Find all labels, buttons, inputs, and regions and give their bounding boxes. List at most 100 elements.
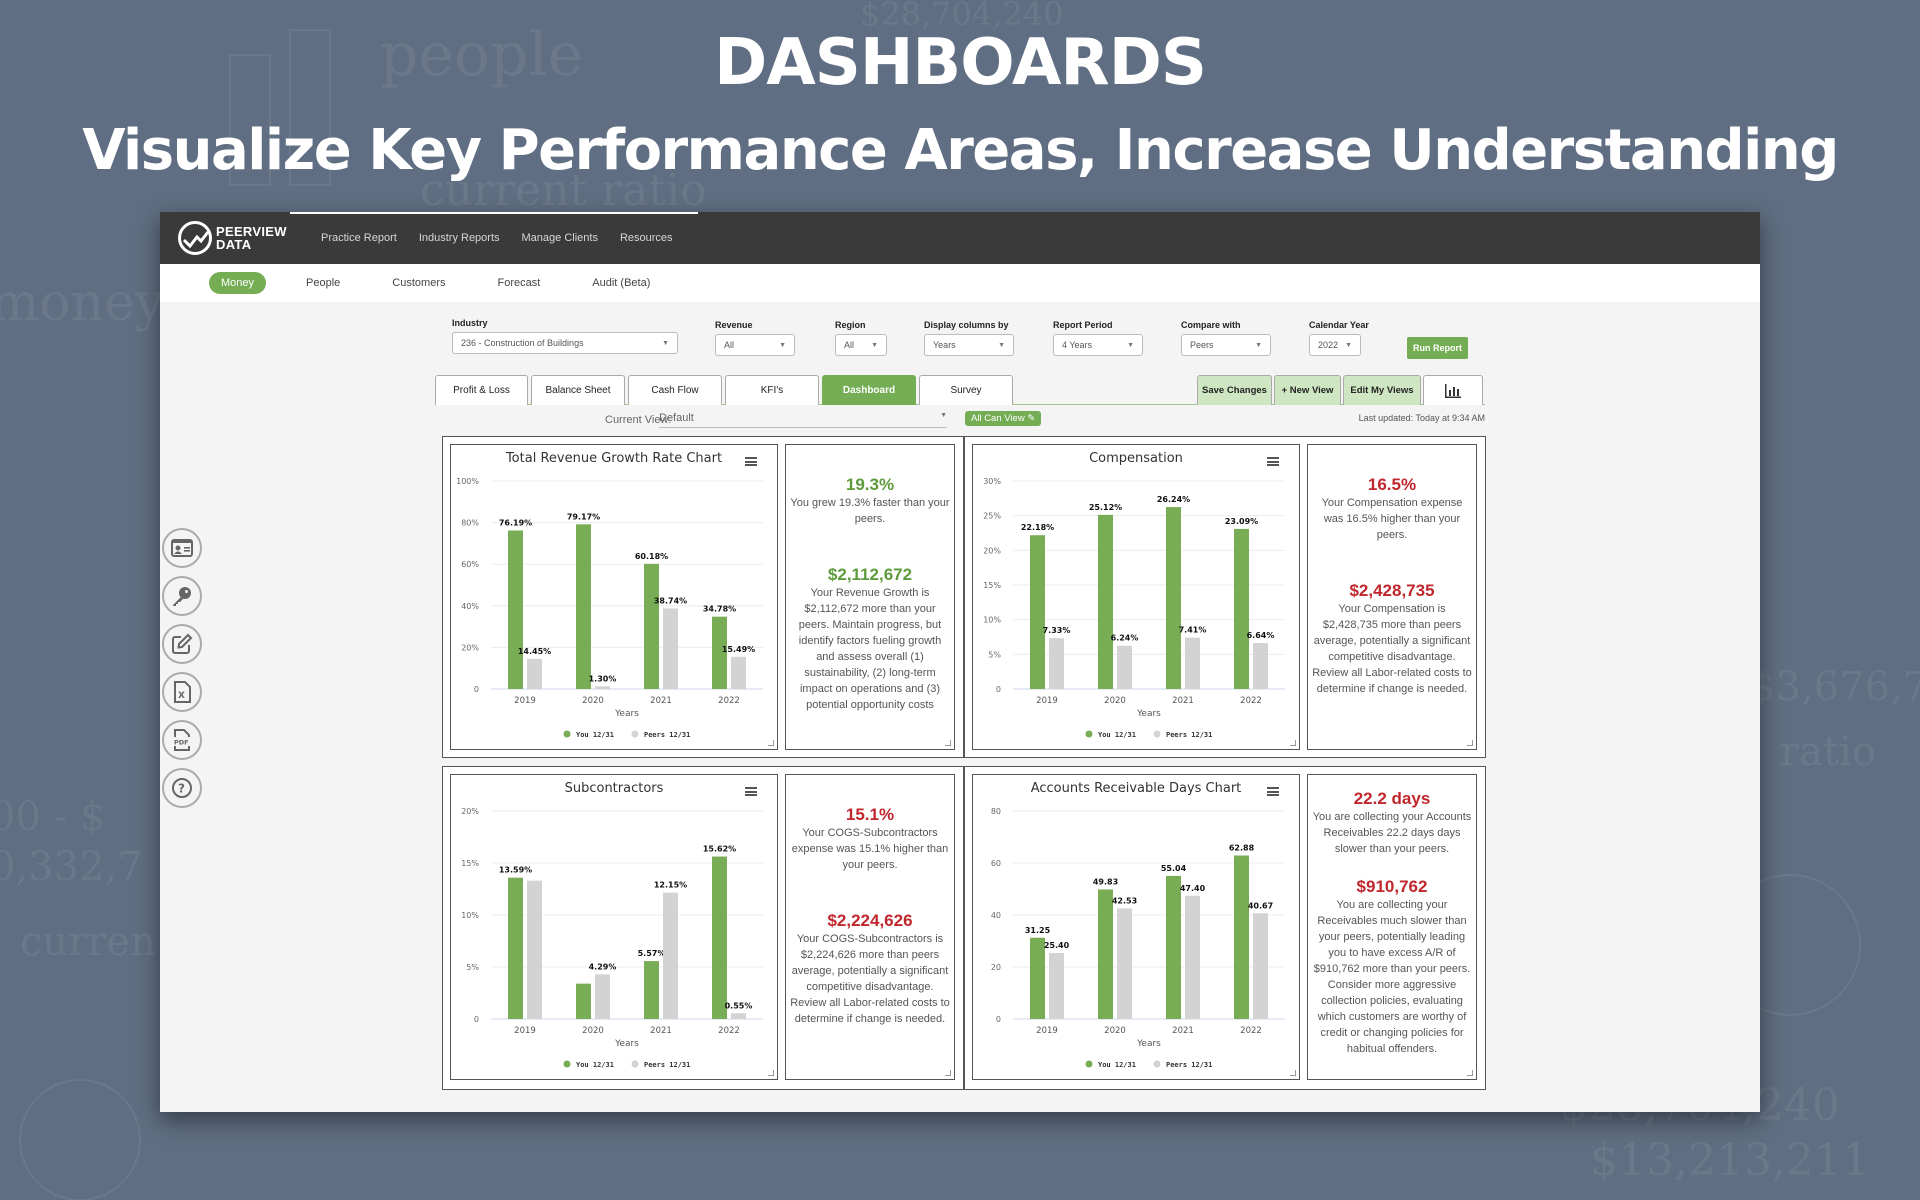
chevron-down-icon: ▼ xyxy=(998,341,1005,349)
resize-handle[interactable] xyxy=(1467,740,1473,746)
y-tick-label: 20% xyxy=(983,546,1001,555)
y-tick-label: 20% xyxy=(461,643,479,652)
amount-value: $2,224,626 xyxy=(827,911,913,930)
display-columns-label: Display columns by xyxy=(924,320,1009,330)
report-tabs: Profit & Loss Balance Sheet Cash Flow KF… xyxy=(435,375,1485,405)
contact-card-icon[interactable] xyxy=(162,528,202,568)
region-select[interactable]: All ▼ xyxy=(835,334,887,356)
y-tick-label: 10% xyxy=(461,911,479,920)
edit-icon[interactable] xyxy=(162,624,202,664)
metric-value: 15.1% xyxy=(845,805,895,824)
nav-resources[interactable]: Resources xyxy=(620,232,673,244)
subnav-people[interactable]: People xyxy=(294,272,352,294)
bar-you xyxy=(644,961,659,1019)
bar-you xyxy=(1234,855,1249,1019)
revenue-select[interactable]: All ▼ xyxy=(715,334,795,356)
bar-peers xyxy=(1049,638,1064,689)
chalk-doodle: 00 - $ xyxy=(0,794,105,840)
edit-my-views-button[interactable]: Edit My Views xyxy=(1343,375,1421,405)
all-can-view-badge[interactable]: All Can View ✎ xyxy=(965,411,1042,426)
bar-peers xyxy=(1117,645,1132,689)
legend-marker-peers xyxy=(631,1060,639,1068)
y-tick-label: 20 xyxy=(991,963,1001,972)
subnav-audit[interactable]: Audit (Beta) xyxy=(580,272,662,294)
data-label: 7.33% xyxy=(1043,626,1071,635)
bar-you xyxy=(508,877,523,1019)
chart-card: Accounts Receivable Days Chart 0 20 40 60 80… xyxy=(972,774,1300,1080)
resize-handle[interactable] xyxy=(1290,740,1296,746)
logo[interactable]: PEERVIEW DATA xyxy=(178,221,298,255)
save-changes-button[interactable]: Save Changes xyxy=(1197,375,1272,405)
data-label: 25.40 xyxy=(1044,941,1070,950)
legend-marker-you xyxy=(563,730,571,738)
new-view-button[interactable]: + New View xyxy=(1274,375,1341,405)
region-label: Region xyxy=(835,320,866,330)
metric-value: 22.2 days xyxy=(1353,789,1431,808)
metric-description: You grew 19.3% faster than your peers. xyxy=(790,497,950,525)
y-tick-label: 60% xyxy=(461,560,479,569)
resize-handle[interactable] xyxy=(1290,1070,1296,1076)
data-label: 14.45% xyxy=(518,647,551,656)
logo-line2: DATA xyxy=(216,237,252,252)
insight-card: 19.3% You grew 19.3% faster than your pee… xyxy=(785,444,955,750)
legend-label: Peers 12/31 xyxy=(644,1061,690,1069)
bar-peers xyxy=(1185,895,1200,1019)
run-report-button[interactable]: Run Report xyxy=(1407,337,1468,359)
y-tick-label: 0 xyxy=(996,685,1001,694)
industry-select[interactable]: 236 - Construction of Buildings ▼ xyxy=(452,332,678,354)
subnav-forecast[interactable]: Forecast xyxy=(485,272,552,294)
x-axis-title: Years xyxy=(614,1039,639,1049)
report-period-select[interactable]: 4 Years ▼ xyxy=(1053,334,1143,356)
amount-description: You are collecting your Receivables much… xyxy=(1313,899,1471,1055)
filter-revenue: Revenue All ▼ xyxy=(715,320,795,356)
tab-cash-flow[interactable]: Cash Flow xyxy=(628,375,722,405)
tab-balance-sheet[interactable]: Balance Sheet xyxy=(531,375,625,405)
compare-with-select[interactable]: Peers ▼ xyxy=(1181,334,1271,356)
bar-you xyxy=(1166,507,1181,689)
bar-peers xyxy=(595,974,610,1019)
resize-handle[interactable] xyxy=(768,1070,774,1076)
nav-manage-clients[interactable]: Manage Clients xyxy=(522,232,598,244)
resize-handle[interactable] xyxy=(768,740,774,746)
tab-kfis[interactable]: KFI's xyxy=(725,375,819,405)
chalk-doodle: 0,332,7 xyxy=(0,844,143,890)
amount-value: $2,112,672 xyxy=(827,565,913,584)
chart-card: Compensation 0 5% 10% 15% 20% 25% 30% 2019 22.18… xyxy=(972,444,1300,750)
y-tick-label: 80% xyxy=(461,519,479,528)
display-columns-select[interactable]: Years ▼ xyxy=(924,334,1014,356)
resize-handle[interactable] xyxy=(945,740,951,746)
excel-export-icon[interactable]: X xyxy=(162,672,202,712)
calendar-year-value: 2022 xyxy=(1318,340,1339,350)
subnav-money[interactable]: Money xyxy=(209,272,267,294)
chevron-down-icon: ▼ xyxy=(871,341,878,349)
tab-survey[interactable]: Survey xyxy=(919,375,1013,405)
resize-handle[interactable] xyxy=(1467,1070,1473,1076)
bar-peers xyxy=(731,1013,746,1019)
nav-practice-report[interactable]: Practice Report xyxy=(321,232,397,244)
nav-industry-reports[interactable]: Industry Reports xyxy=(419,232,500,244)
bar-peers xyxy=(663,608,678,689)
revenue-value: All xyxy=(724,340,735,350)
data-label: 15.49% xyxy=(722,645,755,654)
x-tick-label: 2021 xyxy=(1172,696,1194,706)
y-tick-label: 5% xyxy=(988,650,1001,659)
subnav-customers[interactable]: Customers xyxy=(380,272,457,294)
chalk-doodle: ratio xyxy=(1780,729,1876,775)
bar-you xyxy=(1098,514,1113,689)
data-label: 5.57% xyxy=(638,949,666,958)
x-axis-title: Years xyxy=(1136,1039,1161,1049)
app-window: PEERVIEW DATA Practice Report Industry R… xyxy=(160,212,1760,1112)
key-icon[interactable] xyxy=(162,576,202,616)
calendar-year-select[interactable]: 2022 ▼ xyxy=(1309,334,1361,356)
resize-handle[interactable] xyxy=(945,1070,951,1076)
help-icon[interactable]: ? xyxy=(162,768,202,808)
chalk-doodle: $13,213,211 xyxy=(1590,1135,1870,1186)
chart-view-toggle[interactable] xyxy=(1423,375,1483,405)
pdf-export-icon[interactable]: PDF xyxy=(162,720,202,760)
current-view-select[interactable]: Default ▼ xyxy=(659,412,947,428)
data-label: 31.25 xyxy=(1025,926,1051,935)
tab-profit-loss[interactable]: Profit & Loss xyxy=(435,375,528,405)
logo-check-icon xyxy=(178,221,212,255)
tab-dashboard[interactable]: Dashboard xyxy=(822,375,916,405)
dashboard-panel-compensation: Compensation 0 5% 10% 15% 20% 25% 30% 2019 22.18… xyxy=(964,436,1486,758)
